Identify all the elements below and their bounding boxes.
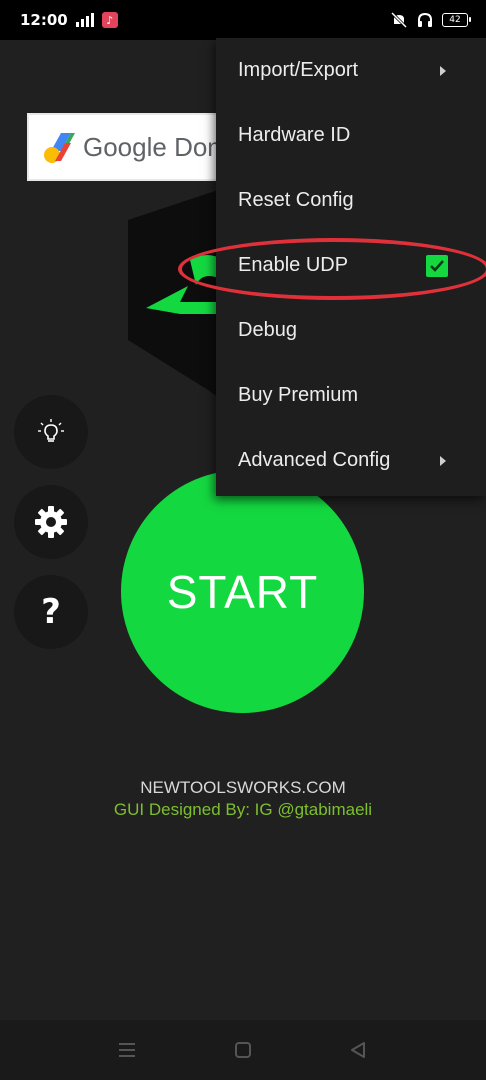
submenu-arrow-icon bbox=[440, 455, 446, 466]
google-domains-logo bbox=[44, 133, 75, 163]
lightbulb-button[interactable] bbox=[14, 395, 88, 469]
signal-icon bbox=[75, 13, 94, 27]
menu-icon bbox=[119, 1043, 135, 1057]
submenu-arrow-icon bbox=[440, 65, 446, 76]
menu-item-import-export[interactable]: Import/Export bbox=[216, 38, 486, 103]
lightbulb-icon bbox=[38, 419, 64, 442]
start-button[interactable]: START bbox=[121, 470, 364, 713]
music-app-icon: ♪ bbox=[101, 12, 118, 28]
home-icon bbox=[235, 1042, 251, 1058]
site-text: NEWTOOLSWORKS.COM bbox=[140, 778, 346, 797]
menu-item-label: Buy Premium bbox=[238, 384, 359, 406]
back-nav-button[interactable] bbox=[346, 1038, 370, 1062]
annotation-ellipse bbox=[178, 238, 486, 300]
start-label: START bbox=[166, 565, 319, 618]
menu-item-debug[interactable]: Debug bbox=[216, 298, 486, 363]
home-nav-button[interactable] bbox=[231, 1038, 255, 1062]
status-bar: 12:00 ♪ 42 bbox=[0, 0, 486, 40]
ad-banner[interactable]: Google Dom bbox=[27, 113, 227, 181]
headphones-icon bbox=[418, 12, 432, 27]
settings-button[interactable] bbox=[14, 485, 88, 559]
ad-text: Google Dom bbox=[83, 131, 227, 162]
menu-item-advanced-config[interactable]: Advanced Config bbox=[216, 428, 486, 493]
menu-item-label: Debug bbox=[238, 319, 297, 341]
menu-item-label: Advanced Config bbox=[238, 449, 391, 471]
question-icon: ? bbox=[41, 592, 61, 632]
app-logo bbox=[128, 190, 228, 405]
menu-item-hardware-id[interactable]: Hardware ID bbox=[216, 103, 486, 168]
nav-bar bbox=[0, 1020, 486, 1080]
mute-icon bbox=[390, 11, 408, 29]
credit-text: GUI Designed By: IG @gtabimaeli bbox=[113, 800, 373, 819]
menu-item-label: Hardware ID bbox=[238, 124, 351, 146]
back-icon bbox=[351, 1042, 365, 1058]
menu-item-reset-config[interactable]: Reset Config bbox=[216, 168, 486, 233]
menu-item-label: Reset Config bbox=[238, 189, 354, 211]
menu-item-buy-premium[interactable]: Buy Premium bbox=[216, 363, 486, 428]
menu-nav-button[interactable] bbox=[115, 1038, 139, 1062]
menu-item-label: Import/Export bbox=[238, 59, 359, 81]
status-time: 12:00 bbox=[20, 11, 68, 29]
battery-icon: 42 bbox=[442, 13, 471, 27]
help-button[interactable]: ? bbox=[14, 575, 88, 649]
gear-icon bbox=[35, 506, 67, 538]
